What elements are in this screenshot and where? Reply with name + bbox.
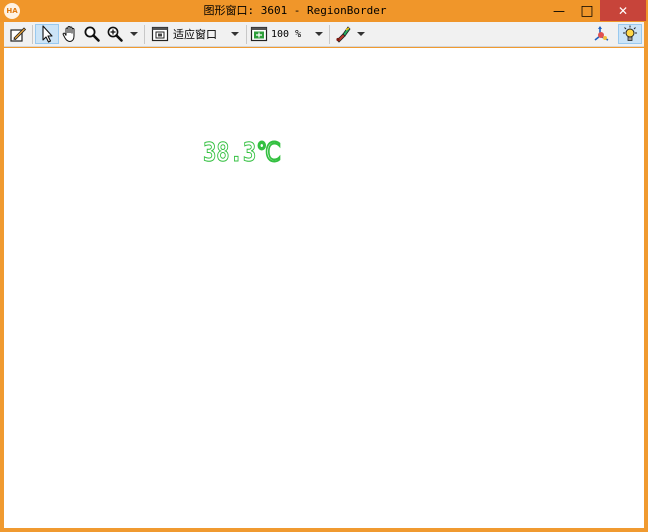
pointer-icon — [42, 25, 53, 43]
zoom-in-icon — [107, 26, 123, 42]
minimize-button[interactable]: — — [545, 0, 573, 21]
zoom-in-dropdown[interactable] — [104, 24, 140, 44]
toolbar-separator — [246, 25, 247, 44]
window-title: 图形窗口: 3601 - RegionBorder — [203, 4, 387, 17]
edit-graphics-icon — [10, 27, 27, 42]
paint-dropdown[interactable] — [332, 24, 366, 44]
magnifier-icon — [84, 26, 100, 42]
pointer-tool-button[interactable] — [35, 24, 59, 44]
close-button[interactable]: ✕ — [600, 0, 646, 21]
chevron-down-icon — [130, 32, 138, 36]
region-border-display: 38.3℃ — [203, 138, 282, 169]
fit-window-icon — [151, 26, 169, 42]
chevron-down-icon — [231, 32, 239, 36]
axes-3d-icon — [594, 26, 609, 41]
toolbar-separator — [144, 25, 145, 44]
temperature-region-outline: 38.3℃ — [203, 138, 281, 168]
pan-hand-icon — [62, 25, 75, 43]
pan-tool-button[interactable] — [60, 24, 80, 44]
zoom-mode-label: 适应窗口 — [173, 28, 217, 41]
graphics-window: HA 图形窗口: 3601 - RegionBorder — □ ✕ 适应窗口 … — [0, 0, 648, 532]
maximize-button[interactable]: □ — [573, 0, 601, 21]
zoom-percent-label: 100 % — [271, 28, 302, 40]
zoom-percent-icon — [250, 26, 268, 42]
toolbar: 适应窗口 100 % — [4, 22, 644, 47]
magnify-tool-button[interactable] — [82, 24, 102, 44]
view-3d-button[interactable] — [591, 24, 613, 44]
title-bar[interactable]: HA 图形窗口: 3601 - RegionBorder — □ ✕ — [0, 0, 648, 22]
chevron-down-icon — [356, 32, 365, 36]
toolbar-separator — [329, 25, 330, 44]
close-icon: ✕ — [617, 3, 629, 18]
paint-icon — [335, 26, 351, 43]
edit-graphics-button[interactable] — [7, 24, 29, 44]
minimize-icon: — — [553, 3, 565, 18]
maximize-icon: □ — [580, 2, 594, 19]
zoom-percent-select[interactable]: 100 % — [249, 24, 325, 44]
light-bulb-icon — [623, 25, 637, 41]
chevron-down-icon — [315, 32, 324, 36]
light-settings-button[interactable] — [618, 24, 642, 44]
graphics-canvas[interactable]: 38.3℃ — [4, 48, 644, 528]
toolbar-separator — [32, 25, 33, 44]
zoom-mode-select[interactable]: 适应窗口 — [149, 24, 245, 44]
